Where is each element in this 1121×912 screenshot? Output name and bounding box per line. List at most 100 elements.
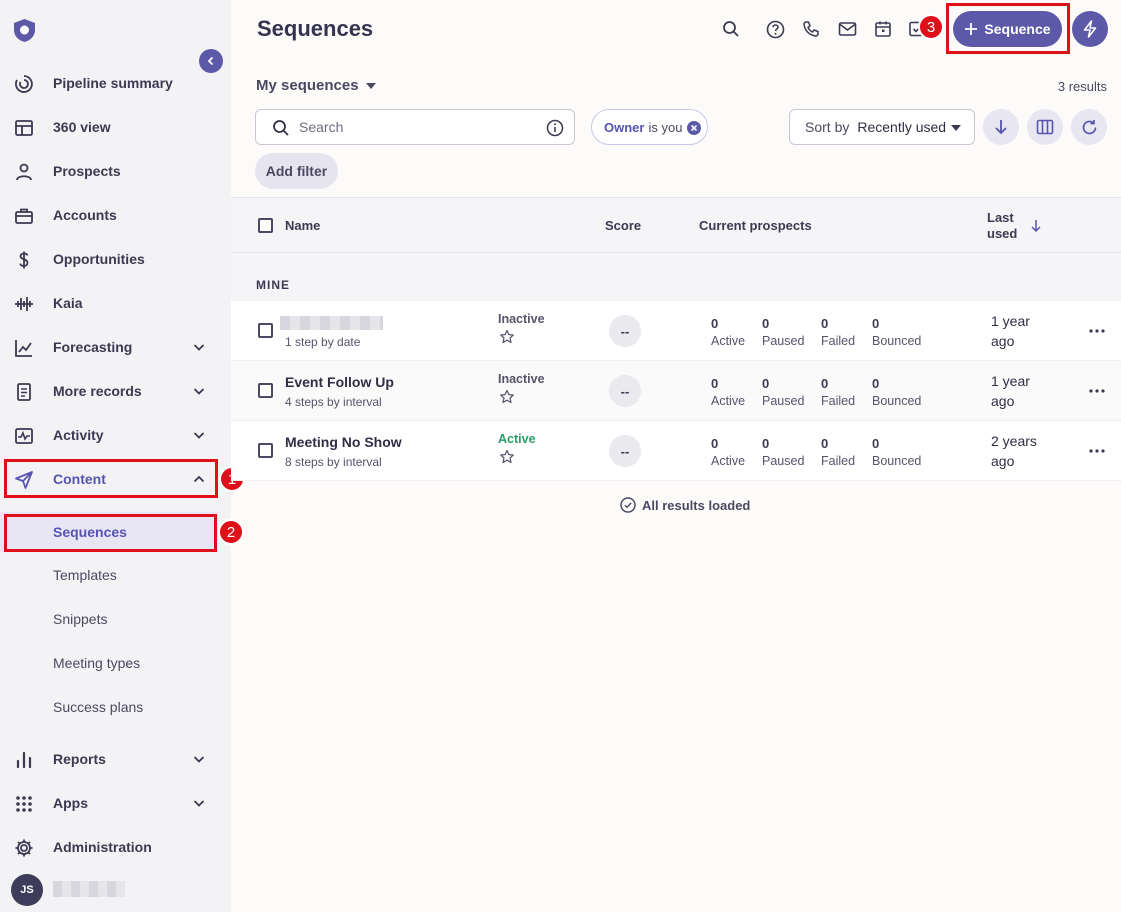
chip-value: is you [648, 119, 683, 135]
briefcase-icon [13, 205, 35, 227]
table-row[interactable]: Meeting No Show 8 steps by interval Acti… [231, 421, 1121, 481]
table-row[interactable]: Event Follow Up 4 steps by interval Inac… [231, 361, 1121, 421]
search-input[interactable] [299, 119, 539, 135]
score-badge: -- [609, 435, 641, 467]
plus-icon [965, 23, 978, 35]
app-logo-icon[interactable] [11, 17, 38, 44]
select-all-checkbox[interactable] [258, 218, 273, 233]
sort-dropdown[interactable]: Sort by Recently used [789, 109, 975, 145]
all-results-loaded-label: All results loaded [642, 497, 751, 513]
sidebar-item-kaia[interactable]: Kaia [0, 283, 218, 323]
row-menu-icon[interactable] [1087, 441, 1107, 461]
sidebar-item-label: Templates [53, 567, 117, 583]
info-icon[interactable] [546, 119, 564, 137]
sidebar-item-label: 360 view [53, 119, 111, 135]
sidebar-item-forecasting[interactable]: Forecasting [0, 327, 218, 367]
view-name: My sequences [256, 77, 359, 94]
view-selector[interactable]: My sequences [256, 77, 377, 94]
sidebar-item-content[interactable]: Content [0, 459, 218, 499]
mail-icon[interactable] [836, 18, 858, 40]
phone-icon[interactable] [800, 18, 822, 40]
star-icon[interactable] [499, 449, 515, 465]
column-header-current-prospects[interactable]: Current prospects [699, 218, 812, 233]
sidebar-item-label: Prospects [53, 163, 121, 179]
layout-icon [13, 117, 35, 139]
sidebar-item-label: Success plans [53, 699, 144, 715]
column-header-name[interactable]: Name [285, 218, 320, 233]
sidebar-item-pipeline-summary[interactable]: Pipeline summary [0, 63, 218, 103]
pipeline-icon [13, 73, 35, 95]
row-menu-icon[interactable] [1087, 321, 1107, 341]
sidebar-subitem-success-plans[interactable]: Success plans [0, 687, 218, 727]
remove-filter-icon[interactable] [687, 121, 701, 135]
sidebar-subitem-templates[interactable]: Templates [0, 555, 218, 595]
refresh-icon [1082, 119, 1096, 134]
last-used: 1 year ago [991, 313, 1030, 349]
search-icon[interactable] [720, 18, 742, 40]
search-box[interactable] [255, 109, 575, 145]
metric-bounced: 0 Bounced [872, 436, 922, 468]
metric-paused: 0 Paused [762, 376, 805, 408]
column-header-last-used-line1[interactable]: Last [987, 210, 1014, 225]
paper-plane-icon [13, 469, 35, 491]
sidebar-item-label: Forecasting [53, 339, 133, 355]
columns-icon [1036, 119, 1054, 135]
sidebar-item-prospects[interactable]: Prospects [0, 151, 218, 191]
metric-active: 0 Active [711, 376, 746, 408]
column-header-score[interactable]: Score [605, 218, 641, 233]
row-menu-icon[interactable] [1087, 381, 1107, 401]
sidebar-item-360-view[interactable]: 360 view [0, 107, 218, 147]
user-name-redacted [53, 881, 125, 897]
sidebar-item-accounts[interactable]: Accounts [0, 195, 218, 235]
sequence-name[interactable]: Meeting No Show [285, 434, 402, 450]
person-icon [13, 161, 35, 183]
row-checkbox[interactable] [258, 323, 273, 338]
sequence-name[interactable]: Event Follow Up [285, 374, 394, 390]
sidebar-item-apps[interactable]: Apps [0, 783, 218, 823]
star-icon[interactable] [499, 329, 515, 345]
chevron-down-icon [193, 800, 205, 807]
bar-chart-icon [13, 749, 35, 771]
metric-active: 0 Active [711, 316, 746, 348]
activity-icon [13, 425, 35, 447]
page-title: Sequences [257, 16, 374, 41]
annotation-number-2: 2 [218, 519, 244, 545]
sidebar-item-label: Apps [53, 795, 88, 811]
check-circle-icon [620, 497, 636, 513]
calendar-icon[interactable] [872, 18, 894, 40]
sort-direction-button[interactable] [983, 109, 1019, 145]
sidebar-item-activity[interactable]: Activity [0, 415, 218, 455]
column-header-last-used-line2[interactable]: used [987, 226, 1017, 241]
add-filter-button[interactable]: Add filter [255, 153, 338, 189]
chip-key: Owner [604, 119, 645, 135]
sidebar-subitem-meeting-types[interactable]: Meeting types [0, 643, 218, 683]
help-icon[interactable] [764, 18, 786, 40]
new-sequence-button[interactable]: Sequence [953, 11, 1062, 47]
refresh-button[interactable] [1071, 109, 1107, 145]
metric-bounced: 0 Bounced [872, 316, 922, 348]
star-icon[interactable] [499, 389, 515, 405]
sidebar-item-administration[interactable]: Administration [0, 827, 218, 867]
row-checkbox[interactable] [258, 383, 273, 398]
row-checkbox[interactable] [258, 443, 273, 458]
user-avatar[interactable]: JS [11, 874, 43, 906]
all-results-loaded: All results loaded [620, 497, 750, 513]
caret-down-icon [951, 125, 961, 131]
table-row[interactable]: 1 step by date Inactive -- 0 Active 0 Paus… [231, 301, 1121, 361]
sort-arrow-down-icon[interactable] [1030, 219, 1042, 233]
sidebar-item-opportunities[interactable]: Opportunities [0, 239, 218, 279]
chevron-down-icon [193, 344, 205, 351]
sidebar-item-label: Administration [53, 839, 152, 855]
metric-paused: 0 Paused [762, 436, 805, 468]
score-badge: -- [609, 315, 641, 347]
quick-actions-button[interactable] [1072, 11, 1108, 47]
sidebar-subitem-sequences[interactable]: Sequences [0, 512, 218, 552]
columns-button[interactable] [1027, 109, 1063, 145]
sort-value: Recently used [857, 119, 947, 135]
sidebar-item-reports[interactable]: Reports [0, 739, 218, 779]
sidebar-subitem-snippets[interactable]: Snippets [0, 599, 218, 639]
owner-filter-chip[interactable]: Owner is you [591, 109, 708, 145]
chevron-up-icon [193, 475, 205, 483]
sidebar-item-more-records[interactable]: More records [0, 371, 218, 411]
metric-failed: 0 Failed [821, 376, 856, 408]
